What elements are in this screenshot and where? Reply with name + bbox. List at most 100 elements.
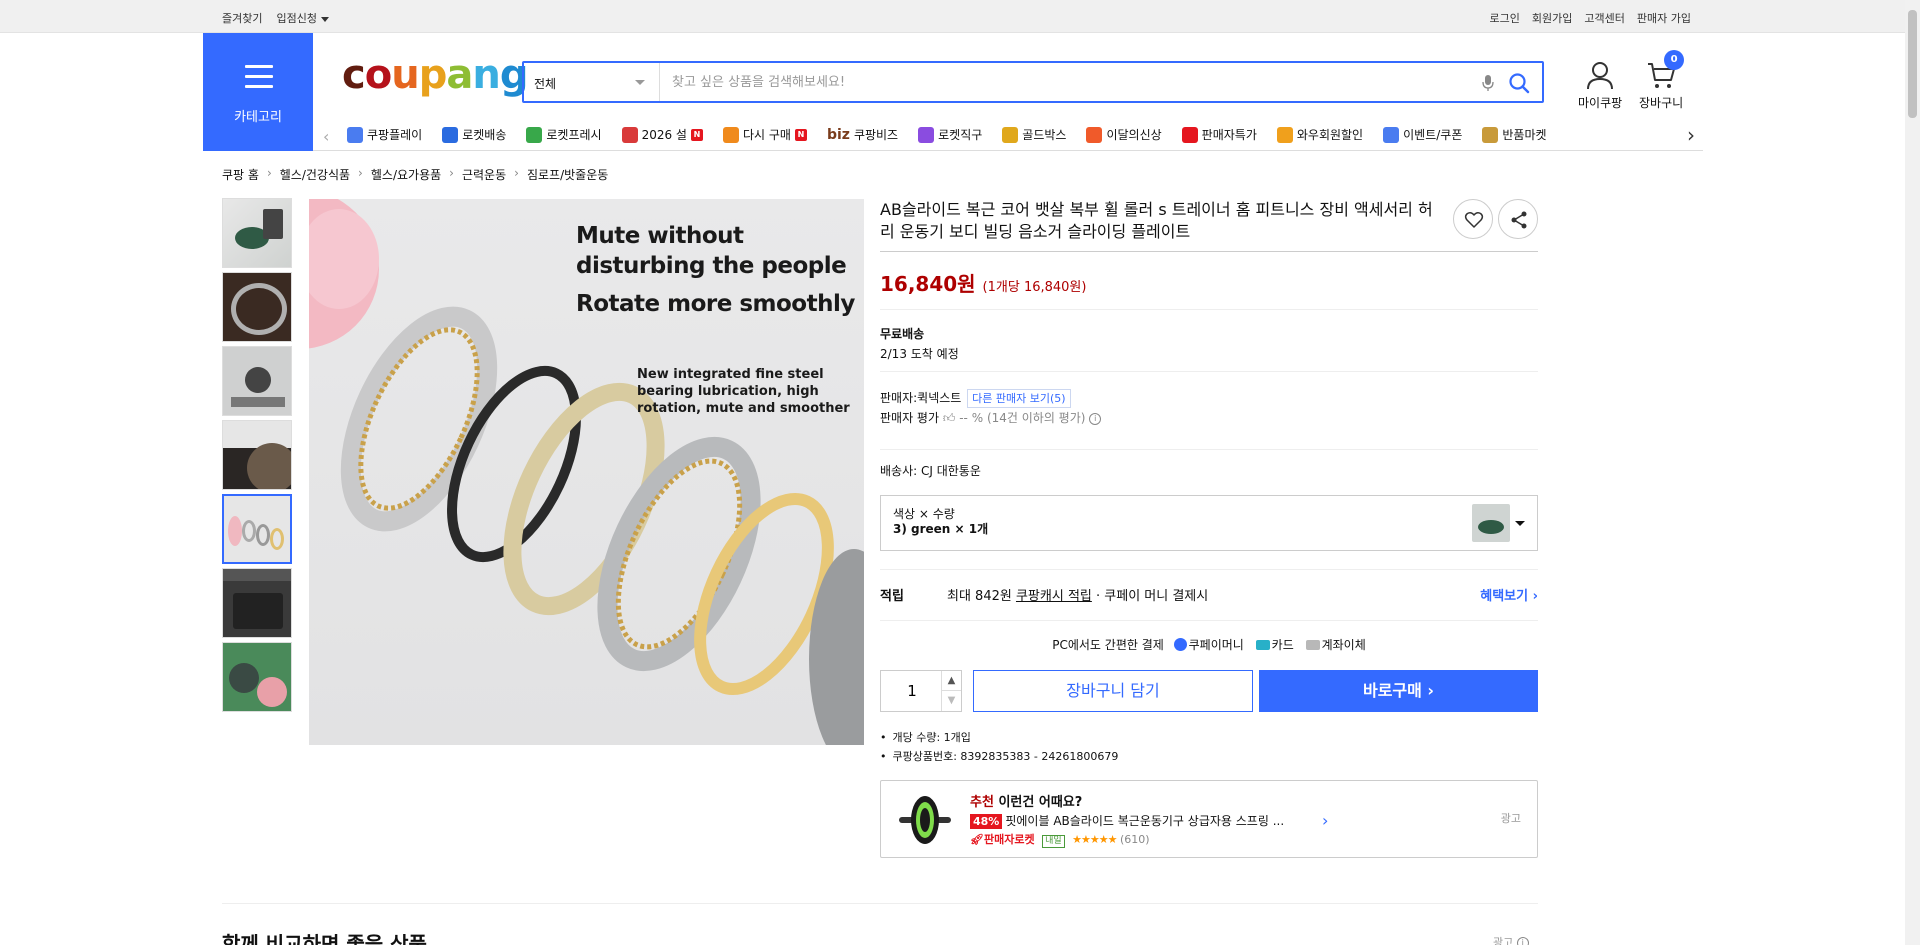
image-subheadline: Rotate more smoothly xyxy=(576,291,855,317)
heart-icon xyxy=(1464,212,1484,228)
divider xyxy=(880,371,1538,372)
nav-item[interactable]: 와우회원할인 xyxy=(1276,126,1364,143)
nav-item[interactable]: 2026 설N xyxy=(621,126,703,143)
reward-text: 최대 842원 쿠팡캐시 적립 · 쿠페이 머니 결제시 xyxy=(947,589,1209,604)
nav-item-label: 와우회원할인 xyxy=(1296,128,1364,142)
chevron-right-icon[interactable]: › xyxy=(1687,123,1695,147)
option-selector[interactable]: 색상 × 수량 3) green × 1개 xyxy=(880,495,1538,551)
benefits-link[interactable]: 혜택보기 › xyxy=(1480,585,1538,604)
ab-roller-image xyxy=(899,796,951,844)
mycoupang-button[interactable]: 마이쿠팡 xyxy=(1578,60,1622,111)
breadcrumb-item[interactable]: 헬스/요가용품 xyxy=(371,166,441,183)
mycoupang-label: 마이쿠팡 xyxy=(1578,96,1623,110)
pay-method: 계좌이체 xyxy=(1321,638,1366,652)
divider xyxy=(880,251,1538,252)
share-button[interactable] xyxy=(1498,199,1538,239)
breadcrumb-item[interactable]: 근력운동 xyxy=(462,166,506,183)
product-thumbnail[interactable] xyxy=(222,198,292,268)
breadcrumb-item[interactable]: 짐로프/밧줄운동 xyxy=(527,166,608,183)
seller-signup-link[interactable]: 판매자 가입 xyxy=(1637,10,1691,26)
review-count: (610) xyxy=(1119,833,1150,846)
microphone-icon[interactable] xyxy=(1480,74,1496,92)
rocket-fresh-icon xyxy=(526,126,543,143)
signup-link[interactable]: 회원가입 xyxy=(1532,10,1572,26)
recommendation-meta: 🚀︎판매자로켓 내일 ★★★★★ (610) xyxy=(970,831,1150,848)
buy-now-button[interactable]: 바로구매 › xyxy=(1259,670,1538,712)
decrease-button[interactable]: ▼ xyxy=(941,691,961,711)
breadcrumb-item[interactable]: 헬스/건강식품 xyxy=(280,166,350,183)
nav-item[interactable]: 다시 구매 N xyxy=(722,126,807,143)
delivery-tag: 내일 xyxy=(1042,835,1065,848)
product-main-image[interactable]: Mute without disturbing the people Rotate… xyxy=(309,199,864,745)
nav-item-label: 판매자특가 xyxy=(1201,128,1257,142)
rocket-icon: 🚀︎ xyxy=(970,833,984,846)
customer-center-link[interactable]: 고객센터 xyxy=(1584,10,1624,26)
bank-transfer-icon xyxy=(1305,640,1320,650)
quick-menu: ‹ 쿠팡플레이 로켓배송 로켓프레시 2026 설 N 다시 구매 N biz 쿠팡비즈 로켓직구… xyxy=(313,119,1703,151)
category-button[interactable]: 카테고리 xyxy=(203,33,313,151)
nav-item-label: 쿠팡비즈 xyxy=(853,128,899,142)
wishlist-button[interactable] xyxy=(1453,199,1493,239)
nav-item[interactable]: biz 쿠팡비즈 xyxy=(827,126,898,143)
nav-item[interactable]: 이달의신상 xyxy=(1086,126,1162,143)
login-link[interactable]: 로그인 xyxy=(1490,10,1520,26)
menu-icon xyxy=(245,65,273,95)
chevron-down-icon xyxy=(320,16,329,22)
gift-icon xyxy=(621,126,638,143)
increase-button[interactable]: ▲ xyxy=(941,671,961,691)
pay-title: PC에서도 간편한 결제 xyxy=(1052,638,1164,652)
recommendation-product: 48% 핏에이블 AB슬라이드 복근운동기구 상급자용 스프링 ... xyxy=(970,812,1284,829)
scrollbar[interactable] xyxy=(1905,0,1920,945)
search-icon[interactable] xyxy=(1508,72,1530,94)
chevron-right-icon[interactable]: › xyxy=(1322,811,1328,830)
nav-item[interactable]: 쿠팡플레이 xyxy=(347,126,422,143)
nav-item[interactable]: 로켓프레시 xyxy=(526,126,602,143)
sale-price: 16,840원 xyxy=(880,272,976,296)
nav-item-label: 이달의신상 xyxy=(1106,128,1162,142)
nav-item[interactable]: 이벤트/쿠폰 xyxy=(1383,126,1462,143)
discount-badge: 48% xyxy=(970,814,1003,829)
breadcrumb: 쿠팡 홈 › 헬스/건강식품 › 헬스/요가용품 › 근력운동 › 짐로프/밧줄운동 xyxy=(222,166,608,183)
payment-methods: PC에서도 간편한 결제 쿠페이머니 카드 계좌이체 xyxy=(880,636,1538,653)
product-thumbnail[interactable] xyxy=(222,568,292,638)
search-input[interactable] xyxy=(660,63,1480,101)
product-title: AB슬라이드 복근 코어 뱃살 복부 휠 롤러 s 트레이너 홈 피트니스 장비… xyxy=(880,200,1433,241)
market-icon xyxy=(1482,126,1499,143)
bookmark-link[interactable]: 즐겨찾기 xyxy=(222,10,262,26)
add-to-cart-button[interactable]: 장바구니 담기 xyxy=(973,670,1253,712)
breadcrumb-item[interactable]: 쿠팡 홈 xyxy=(222,166,259,183)
info-icon[interactable]: i xyxy=(1089,412,1102,425)
nav-item[interactable]: 판매자특가 xyxy=(1181,126,1257,143)
search-category-select[interactable]: 전체 xyxy=(524,63,660,101)
other-sellers-button[interactable]: 다른 판매자 보기(5) xyxy=(967,389,1071,408)
info-icon[interactable]: i xyxy=(1516,937,1529,945)
product-thumbnail[interactable] xyxy=(222,272,292,342)
product-thumbnail[interactable] xyxy=(222,642,292,712)
star-rating: ★★★★★ xyxy=(1072,833,1117,846)
nav-item[interactable]: 로켓배송 xyxy=(442,126,506,143)
quantity-input[interactable] xyxy=(881,671,943,711)
product-thumbnail[interactable] xyxy=(222,346,292,416)
nav-item-label: 다시 구매 xyxy=(742,128,791,142)
nav-item-label: 2026 설 xyxy=(641,128,687,142)
seller-apply-menu[interactable]: 입점신청 xyxy=(276,10,329,26)
nav-item[interactable]: 반품마켓 xyxy=(1482,126,1547,143)
recommendation-card[interactable]: 추천 이런건 어때요? 48% 핏에이블 AB슬라이드 복근운동기구 상급자용 스… xyxy=(880,780,1538,858)
scrollbar-thumb[interactable] xyxy=(1908,10,1917,118)
coupang-cash-link[interactable]: 쿠팡캐시 적립 xyxy=(1016,589,1092,604)
divider xyxy=(880,620,1538,621)
free-shipping-label: 무료배송 xyxy=(880,327,925,341)
goldbox-icon xyxy=(1002,126,1019,143)
nav-item-label: 로켓직구 xyxy=(938,128,983,142)
recommendation-name: 핏에이블 AB슬라이드 복근운동기구 상급자용 스프링 ... xyxy=(1005,814,1285,828)
spec-item: 쿠팡상품번호: 8392835383 - 24261800679 xyxy=(880,747,1119,766)
cart-button[interactable]: 0 장바구니 xyxy=(1639,50,1685,111)
divider xyxy=(222,903,1538,904)
product-thumbnail-selected[interactable] xyxy=(222,494,292,564)
product-thumbnail[interactable] xyxy=(222,420,292,490)
nav-item[interactable]: 로켓직구 xyxy=(918,126,982,143)
chevron-left-icon[interactable]: ‹ xyxy=(323,127,329,146)
coupang-logo[interactable]: coupang xyxy=(342,52,528,98)
percent-icon xyxy=(1181,126,1198,143)
nav-item[interactable]: 골드박스 xyxy=(1002,126,1066,143)
